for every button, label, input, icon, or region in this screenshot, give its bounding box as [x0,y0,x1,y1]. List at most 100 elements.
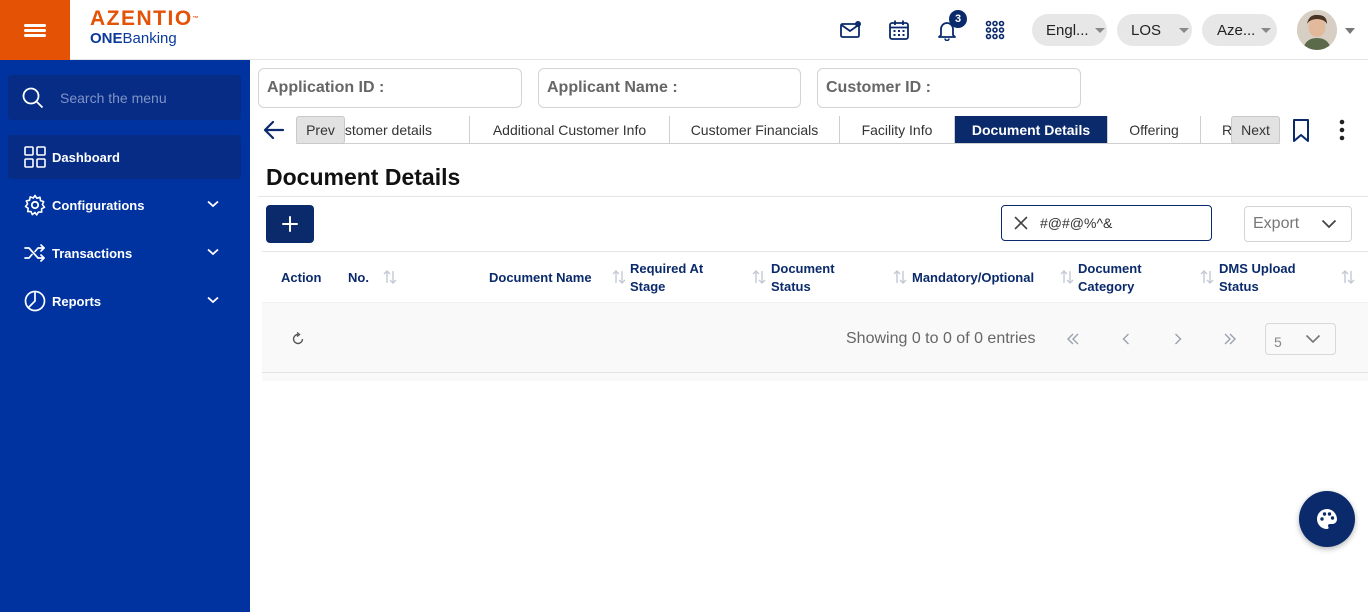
mail-icon[interactable] [839,18,863,42]
chevron-down-icon [1261,27,1272,33]
table-footer: Showing 0 to 0 of 0 entries 5 [262,303,1368,373]
column-label: Category [1078,279,1135,294]
sidebar-item-reports[interactable]: Reports [8,279,241,323]
applicant-name-field: Applicant Name : [538,68,801,108]
column-header-document-name[interactable]: Document Name [489,269,592,287]
module-value: LOS [1131,21,1162,39]
sort-icon[interactable] [382,269,398,285]
column-header-document-status[interactable]: Document Status [771,260,835,296]
column-label: Required At [630,261,704,276]
first-page-icon[interactable] [1065,331,1081,347]
chevron-down-icon [207,248,219,256]
pie-chart-icon [24,290,46,312]
tab-offering[interactable]: Offering [1108,116,1201,143]
table-search [1001,205,1212,241]
column-label: Stage [630,279,666,294]
applicant-name-label: Applicant Name : [547,79,678,96]
column-label: Document [771,261,835,276]
chevron-down-icon [207,200,219,208]
sidebar-item-label: Configurations [52,197,145,213]
app-logo: AZENTIO™ ONEBanking [90,7,201,48]
tab-customer-financials[interactable]: Customer Financials [670,116,840,143]
module-select[interactable]: LOS [1117,14,1192,46]
customer-id-label: Customer ID : [826,79,931,96]
tab-label: Customer Financials [690,122,819,138]
next-label: Next [1241,122,1270,138]
gear-icon [24,194,46,216]
apps-grid-icon[interactable] [983,18,1007,42]
divider [258,196,1368,197]
sidebar-item-configurations[interactable]: Configurations [8,183,241,227]
tab-label: Additional Customer Info [492,122,647,138]
stage-tabs: Customer details Additional Customer Inf… [296,116,1280,144]
entity-value: Aze... [1217,21,1256,39]
column-label: Status [1219,279,1259,294]
back-arrow-icon[interactable] [262,118,286,142]
sidebar-item-label: Reports [52,293,102,309]
sidebar-item-transactions[interactable]: Transactions [8,231,241,275]
tab-additional-customer-info[interactable]: Additional Customer Info [470,116,670,143]
pagination-summary: Showing 0 to 0 of 0 entries [846,330,1036,347]
column-header-mandatory-optional[interactable]: Mandatory/Optional [912,269,1034,287]
next-tab-button[interactable]: Next [1231,116,1280,144]
column-header-action[interactable]: Action [281,269,321,287]
column-label: No. [348,270,369,285]
next-page-icon[interactable] [1170,331,1186,347]
plus-icon [282,216,298,232]
bookmark-icon[interactable] [1291,118,1311,144]
sidebar-item-dashboard[interactable]: Dashboard [8,135,241,179]
prev-tab-button[interactable]: Prev [296,116,345,144]
calendar-icon[interactable] [887,18,911,42]
page-size-value: 5 [1274,334,1282,350]
previous-page-icon[interactable] [1118,331,1134,347]
column-label: Status [771,279,811,294]
notification-bell-icon[interactable]: 3 [935,10,967,42]
brand-name: AZENTIO [90,7,193,30]
table-search-input[interactable] [1040,215,1190,231]
tab-document-details[interactable]: Document Details [955,116,1108,143]
page-size-select[interactable]: 5 [1265,323,1336,355]
sidebar: Search the menu Dashboard Configurations… [0,60,250,612]
tab-label: Offering [1129,122,1179,138]
refresh-icon[interactable] [290,331,306,347]
search-icon [22,87,44,108]
column-header-required-at-stage[interactable]: Required At Stage [630,260,703,296]
column-label: DMS Upload [1219,261,1296,276]
language-value: Engl... [1046,21,1089,39]
menu-search-input[interactable]: Search the menu [8,75,241,120]
chevron-down-icon [1179,27,1190,33]
column-header-no[interactable]: No. [348,269,369,287]
sort-icon[interactable] [751,269,767,285]
shuffle-icon [24,244,45,262]
user-menu-caret-icon[interactable] [1345,28,1355,34]
theme-palette-button[interactable] [1299,491,1355,547]
tab-label: Document Details [971,122,1091,138]
prev-label: Prev [306,122,335,138]
notification-badge: 3 [949,10,967,28]
menu-toggle-button[interactable] [0,0,70,60]
tab-facility-info[interactable]: Facility Info [840,116,955,143]
column-label: Document Name [489,270,592,285]
sort-icon[interactable] [1199,269,1215,285]
language-select[interactable]: Engl... [1032,14,1107,46]
column-header-dms-upload-status[interactable]: DMS Upload Status [1219,260,1296,296]
table-header: Action No. Document Name Required At Stag… [262,251,1368,303]
clear-search-icon[interactable] [1014,216,1028,230]
entity-select[interactable]: Aze... [1202,14,1277,46]
product-name-bold: ONE [90,30,123,47]
column-label: Action [281,270,322,285]
sort-icon[interactable] [892,269,908,285]
sort-icon[interactable] [611,269,627,285]
last-page-icon[interactable] [1222,331,1238,347]
chevron-down-icon [1094,27,1105,33]
sort-icon[interactable] [1340,269,1356,285]
add-document-button[interactable] [266,205,314,243]
grid-icon [24,146,46,168]
export-dropdown[interactable]: Export [1244,206,1352,242]
column-header-document-category[interactable]: Document Category [1078,260,1142,296]
more-options-icon[interactable] [1335,118,1349,144]
chevron-down-icon [207,296,219,304]
user-avatar[interactable] [1297,10,1337,50]
sidebar-item-label: Dashboard [52,149,120,165]
sort-icon[interactable] [1059,269,1075,285]
